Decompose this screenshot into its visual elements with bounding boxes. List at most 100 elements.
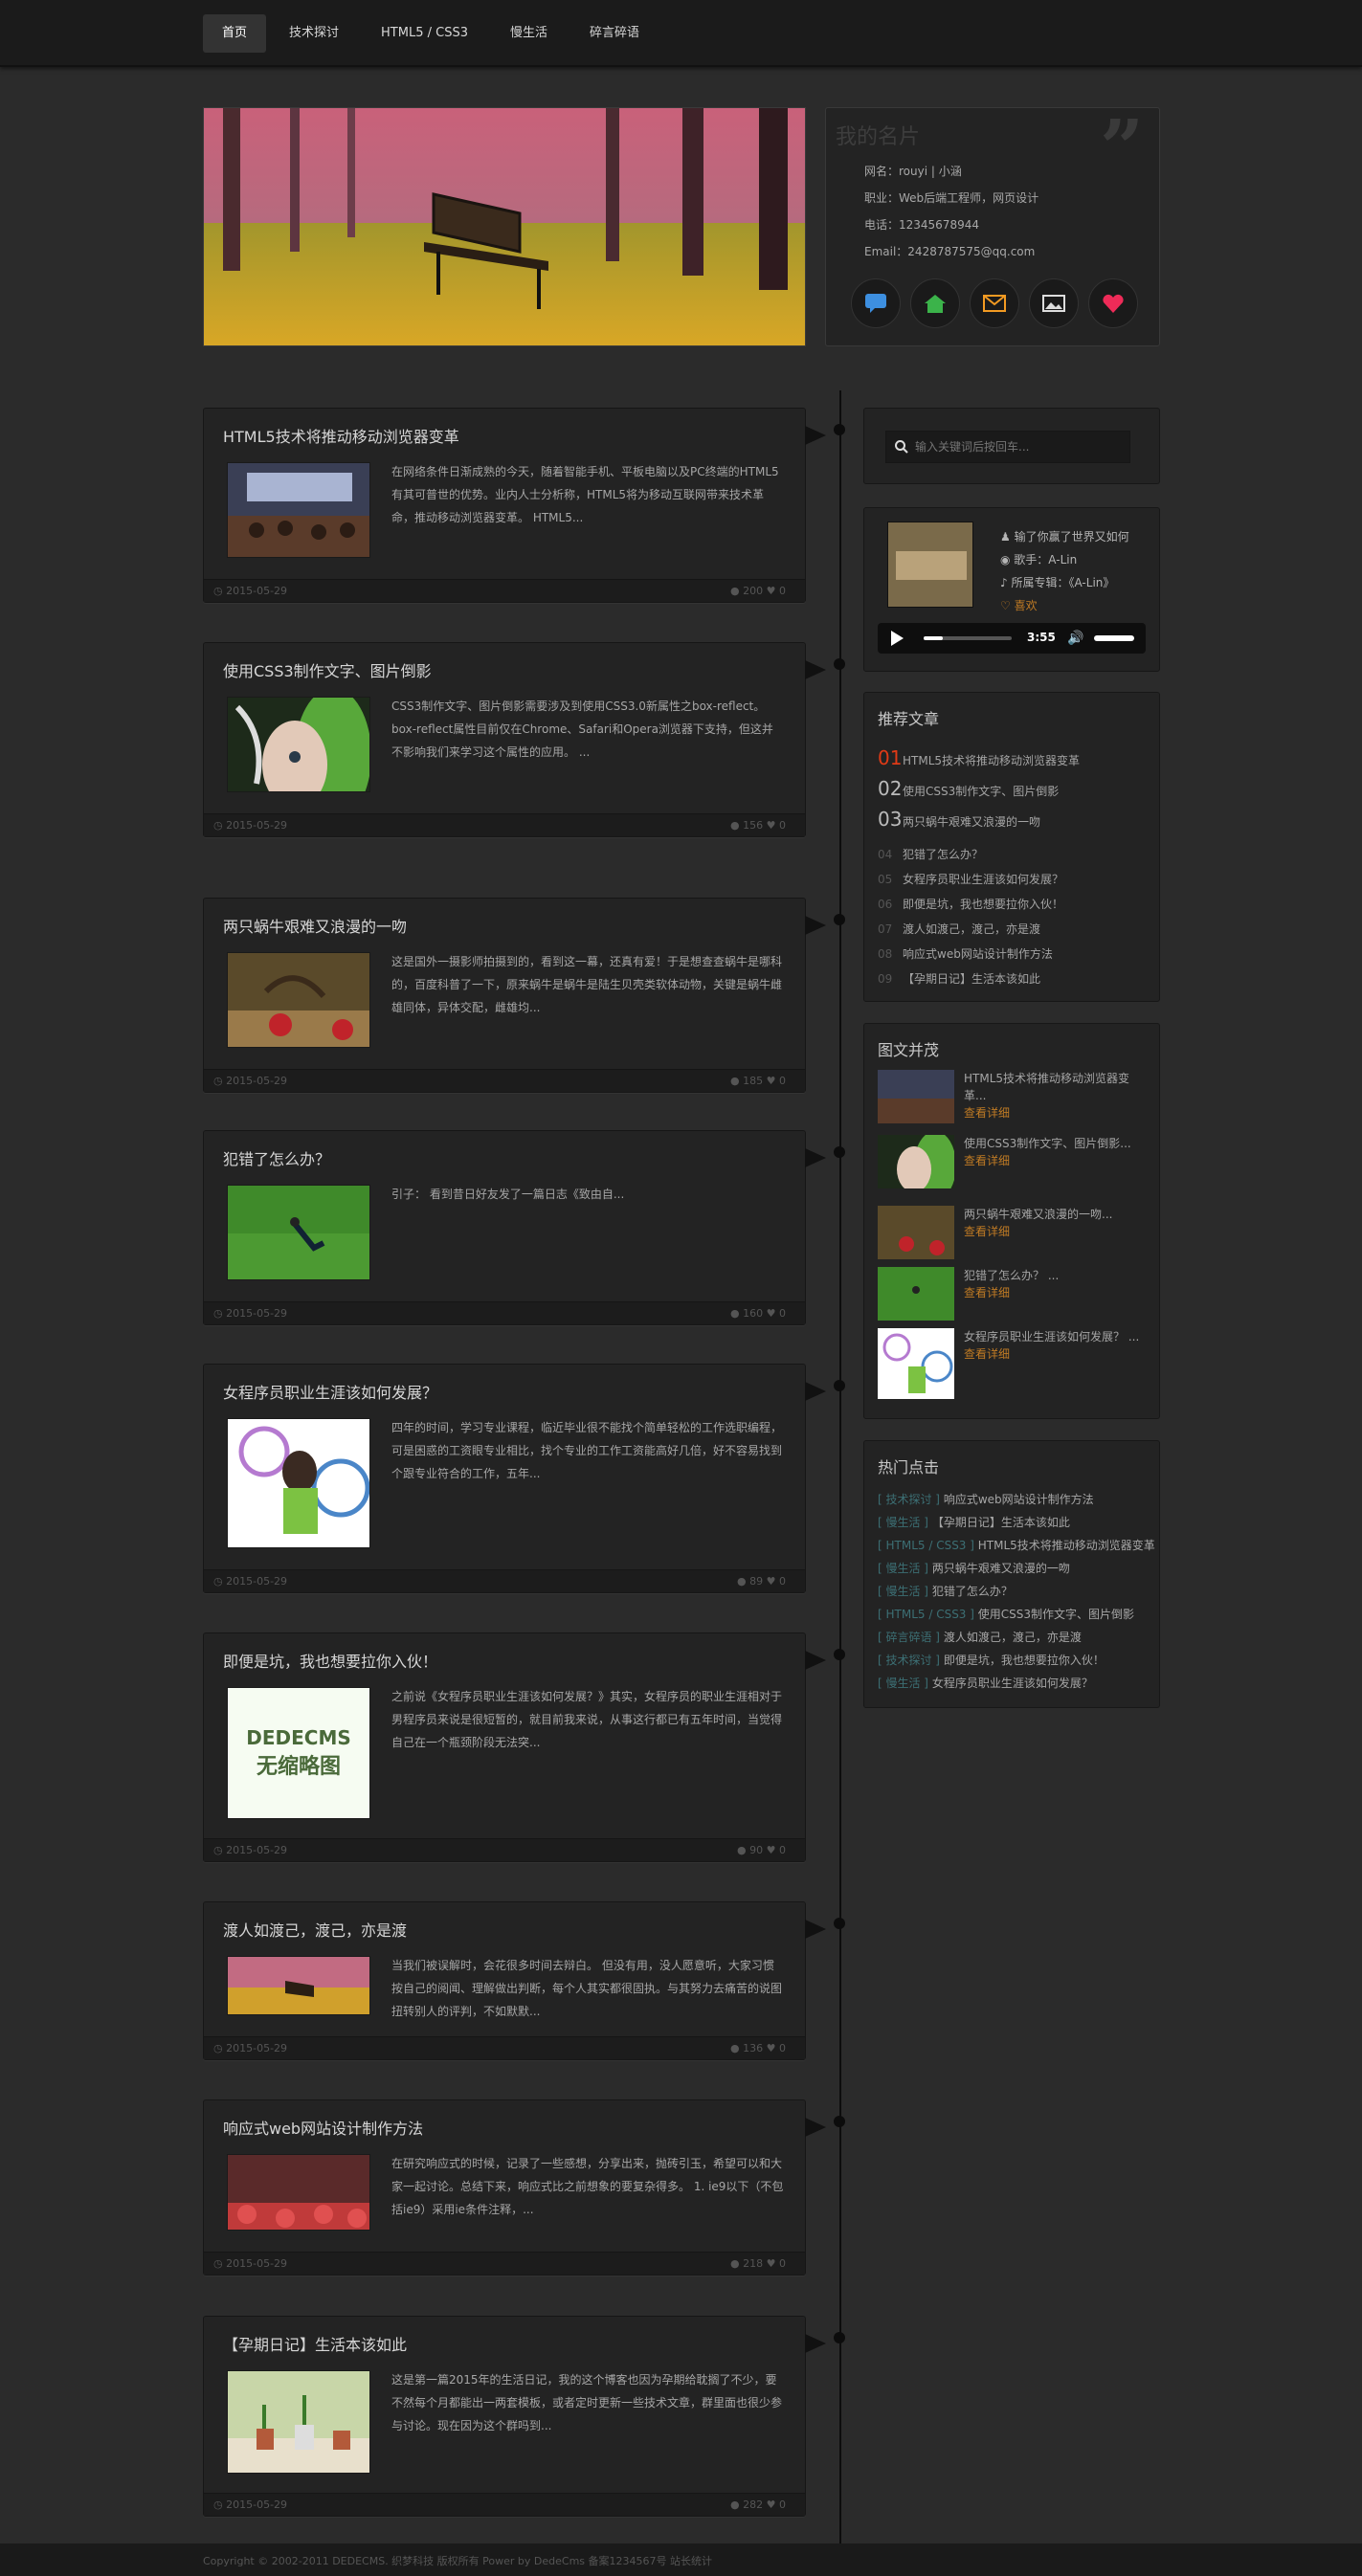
song-singer: ◉ 歌手：A-Lin: [1000, 553, 1078, 566]
profile-nickname: 网名：rouyi | 小涵: [864, 165, 962, 178]
gallery-icon[interactable]: [1029, 278, 1079, 328]
timeline-dot: [834, 2116, 845, 2127]
hot-item[interactable]: [ HTML5 / CSS3 ] 使用CSS3制作文字、图片倒影: [878, 1606, 1134, 1622]
article-excerpt: 在研究响应式的时候，记录了一些感想，分享出来，抛砖引玉，希望可以和大家一起讨论。…: [391, 2157, 784, 2216]
picture-thumb[interactable]: [878, 1070, 954, 1123]
profile-job: 职业：Web后端工程师，网页设计: [864, 191, 1039, 205]
article-stats: ● 200 ♥ 0: [730, 585, 786, 597]
recommend-item[interactable]: 04 犯错了怎么办？: [878, 846, 983, 862]
view-details-link[interactable]: 查看详细: [964, 1223, 1146, 1240]
article-thumbnail[interactable]: [227, 952, 370, 1048]
hot-item[interactable]: [ 技术探讨 ] 即便是坑，我也想要拉你入伙！: [878, 1652, 1105, 1668]
article-excerpt: CSS3制作文字、图片倒影需要涉及到使用CSS3.0新属性之box-reflec…: [391, 700, 773, 759]
article-title[interactable]: 犯错了怎么办？: [223, 1146, 330, 1169]
hot-item[interactable]: [ 慢生活 ] 两只蜗牛艰难又浪漫的一吻: [878, 1560, 1070, 1576]
nav-tech[interactable]: 技术探讨: [270, 14, 358, 53]
volume-slider[interactable]: [1094, 635, 1134, 641]
timeline-dot: [834, 1146, 845, 1158]
article-date: ◷ 2015-05-29: [213, 2498, 288, 2511]
article-title[interactable]: 即便是坑，我也想要拉你入伙！: [223, 1649, 437, 1672]
recommend-item[interactable]: 01HTML5技术将推动移动浏览器变革: [878, 746, 1080, 769]
picture-thumb[interactable]: [878, 1135, 954, 1188]
article-thumbnail[interactable]: [227, 1418, 370, 1548]
hot-item[interactable]: [ HTML5 / CSS3 ] HTML5技术将推动移动浏览器变革: [878, 1537, 1155, 1553]
hot-item[interactable]: [ 碎言碎语 ] 渡人如渡己，渡己，亦是渡: [878, 1629, 1082, 1645]
search-input[interactable]: [915, 432, 1126, 462]
recommend-item[interactable]: 08 响应式web网站设计制作方法: [878, 945, 1053, 962]
mail-icon[interactable]: [970, 278, 1019, 328]
page-footer: Copyright © 2002-2011 DEDECMS. 织梦科技 版权所有…: [0, 2543, 1362, 2576]
timeline-dot: [834, 658, 845, 670]
recommend-item[interactable]: 05 女程序员职业生涯该如何发展？: [878, 871, 1063, 887]
article-title[interactable]: HTML5技术将推动移动浏览器变革: [223, 424, 459, 447]
nav-notes[interactable]: 碎言碎语: [570, 14, 659, 53]
profile-phone: 电话：12345678944: [864, 218, 979, 232]
hot-item[interactable]: [ 技术探讨 ] 响应式web网站设计制作方法: [878, 1491, 1094, 1507]
hot-item[interactable]: [ 慢生活 ] 女程序员职业生涯该如何发展？: [878, 1675, 1093, 1691]
article-excerpt: 四年的时间，学习专业课程，临近毕业很不能找个简单轻松的工作选职编程，可是困惑的工…: [391, 1421, 783, 1480]
progress-slider[interactable]: [924, 636, 1012, 640]
article-title[interactable]: 响应式web网站设计制作方法: [223, 2116, 423, 2139]
article-card: 渡人如渡己，渡己，亦是渡 当我们被误解时，会花很多时间去辩白。 但没有用，没人愿…: [203, 1901, 826, 2060]
article-title[interactable]: 使用CSS3制作文字、图片倒影: [223, 658, 432, 681]
article-title[interactable]: 女程序员职业生涯该如何发展？: [223, 1380, 437, 1403]
article-stats: ● 136 ♥ 0: [730, 2042, 786, 2054]
article-thumbnail[interactable]: [227, 2154, 370, 2231]
play-icon[interactable]: [891, 631, 904, 646]
nav-home[interactable]: 首页: [203, 14, 267, 53]
picture-posts-title: 图文并茂: [878, 1041, 940, 1059]
article-thumbnail[interactable]: [227, 697, 370, 792]
article-excerpt: 这是国外一摄影师拍摄到的，看到这一幕，还真有爱！于是想查查蜗牛是哪科的，百度科普…: [391, 955, 783, 1014]
picture-posts-box: 图文并茂 HTML5技术将推动移动浏览器变革... 查看详细 使用CSS3制作文字…: [863, 1023, 1160, 1419]
recommend-item[interactable]: 02使用CSS3制作文字、图片倒影: [878, 777, 1059, 800]
music-player-box: ♟ 输了你赢了世界又如何 ◉ 歌手：A-Lin ♪ 所属专辑：《A-Lin》 ♡…: [863, 507, 1160, 672]
recommend-item[interactable]: 06 即便是坑，我也想要拉你入伙！: [878, 896, 1063, 912]
article-stats: ● 185 ♥ 0: [730, 1075, 786, 1087]
article-thumbnail[interactable]: [227, 2370, 370, 2474]
hot-item[interactable]: [ 慢生活 ] 犯错了怎么办？: [878, 1583, 1013, 1599]
article-excerpt: 这是第一篇2015年的生活日记，我的这个博客也因为孕期给耽搁了不少，要不然每个月…: [391, 2373, 783, 2432]
home-icon[interactable]: [910, 278, 960, 328]
article-thumbnail[interactable]: DEDECMS 无缩略图: [227, 1687, 370, 1819]
article-thumbnail[interactable]: [227, 462, 370, 558]
view-details-link[interactable]: 查看详细: [964, 1104, 1146, 1121]
article-title[interactable]: 两只蜗牛艰难又浪漫的一吻: [223, 914, 407, 937]
quote-icon: ”: [1099, 102, 1144, 192]
nav-slow-life[interactable]: 慢生活: [491, 14, 567, 53]
article-stats: ● 218 ♥ 0: [730, 2257, 786, 2270]
recommend-item[interactable]: 09 【孕期日记】生活本该如此: [878, 970, 1040, 987]
article-thumbnail[interactable]: [227, 1956, 370, 2015]
article-excerpt: 当我们被误解时，会花很多时间去辩白。 但没有用，没人愿意听，大家习惯按自己的阅闻…: [391, 1959, 783, 2018]
track-time: 3:55: [1027, 631, 1056, 644]
article-card: 即便是坑，我也想要拉你入伙！ DEDECMS 无缩略图 之前说《女程序员职业生涯…: [203, 1632, 826, 1862]
article-thumbnail[interactable]: [227, 1185, 370, 1280]
recommend-item[interactable]: 07 渡人如渡己，渡己，亦是渡: [878, 921, 1040, 937]
volume-icon[interactable]: 🔊: [1067, 631, 1083, 646]
copyright-text: Copyright © 2002-2011 DEDECMS. 织梦科技 版权所有…: [203, 2555, 713, 2567]
view-details-link[interactable]: 查看详细: [964, 1152, 1146, 1169]
article-title[interactable]: 渡人如渡己，渡己，亦是渡: [223, 1918, 407, 1941]
hot-item[interactable]: [ 慢生活 ] 【孕期日记】生活本该如此: [878, 1514, 1070, 1530]
nav-html5-css3[interactable]: HTML5 / CSS3: [362, 14, 487, 53]
heart-icon[interactable]: [1088, 278, 1138, 328]
song-like[interactable]: ♡ 喜欢: [1000, 594, 1129, 617]
article-excerpt: 在网络条件日渐成熟的今天，随着智能手机、平板电脑以及PC终端的HTML5有其可普…: [391, 465, 779, 524]
picture-thumb[interactable]: [878, 1267, 954, 1321]
timeline-dot: [834, 1918, 845, 1929]
album-cover: [887, 522, 973, 608]
article-date: ◷ 2015-05-29: [213, 1075, 288, 1087]
article-card: 使用CSS3制作文字、图片倒影 CSS3制作文字、图片倒影需要涉及到使用CSS3…: [203, 642, 826, 837]
article-stats: ● 282 ♥ 0: [730, 2498, 786, 2511]
article-card: 犯错了怎么办？ 引子： 看到昔日好友发了一篇日志《致由自... ◷ 2015-0…: [203, 1130, 826, 1325]
view-details-link[interactable]: 查看详细: [964, 1345, 1146, 1363]
chat-icon[interactable]: [851, 278, 901, 328]
picture-thumb[interactable]: [878, 1328, 954, 1399]
timeline-dot: [834, 1649, 845, 1660]
article-title[interactable]: 【孕期日记】生活本该如此: [223, 2332, 407, 2355]
search-icon: [894, 439, 909, 457]
profile-email: Email：2428787575@qq.com: [864, 245, 1036, 258]
recommend-item[interactable]: 03两只蜗牛艰难又浪漫的一吻: [878, 808, 1040, 831]
view-details-link[interactable]: 查看详细: [964, 1284, 1146, 1301]
timeline-dot: [834, 1380, 845, 1391]
picture-thumb[interactable]: [878, 1206, 954, 1259]
